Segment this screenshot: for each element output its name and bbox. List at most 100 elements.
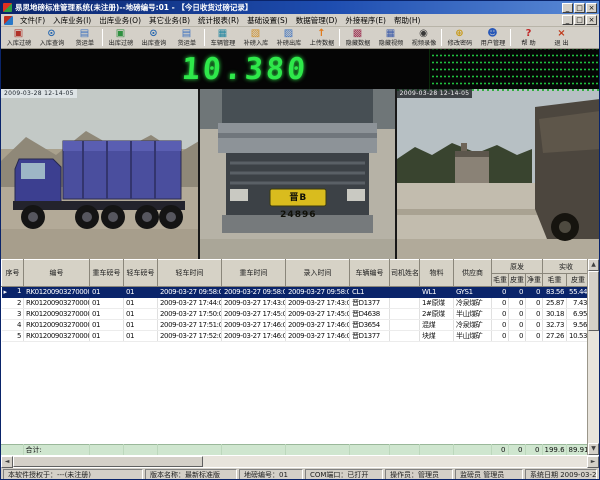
- col-编号[interactable]: 编号: [24, 260, 90, 287]
- hide-video-icon: ▦: [386, 28, 395, 39]
- col-group-实收[interactable]: 实收: [543, 260, 590, 274]
- scroll-up-icon[interactable]: ▲: [588, 259, 599, 271]
- toolbar-separator: [204, 29, 205, 46]
- vertical-scroll-thumb[interactable]: [588, 271, 599, 331]
- col-重车时间[interactable]: 重车时间: [222, 260, 286, 287]
- exit-button[interactable]: ×退 出: [545, 27, 578, 48]
- col-录入时间[interactable]: 录入时间: [286, 260, 350, 287]
- table-cell: 0: [492, 298, 509, 309]
- toolbar: ▣入库过磅⊙入库查询▤货运单▣出库过磅⊙出库查询▤货运单▦车辆管理▧补磅入库▨补…: [1, 27, 599, 49]
- col-轻车时间[interactable]: 轻车时间: [158, 260, 222, 287]
- menu-item-8[interactable]: 帮助(H): [390, 14, 425, 27]
- col-供应商[interactable]: 供应商: [454, 260, 492, 287]
- toolbar-button-label: 货运单: [75, 39, 94, 47]
- col-原发-皮重[interactable]: 皮重: [509, 274, 526, 287]
- col-物料[interactable]: 物料: [420, 260, 454, 287]
- table-row[interactable]: 2RK012009032700000201012009-03-27 17:44:…: [2, 298, 590, 309]
- toolbar-button-label: 车辆管理: [210, 39, 235, 47]
- waybill-in-button[interactable]: ▤货运单: [68, 27, 101, 48]
- table-cell: 32.73: [543, 320, 567, 331]
- table-cell: 01: [90, 287, 124, 298]
- hide-video-button[interactable]: ▦隐藏视频: [374, 27, 407, 48]
- table-cell: 2#原煤: [420, 309, 454, 320]
- camera-right-timestamp: 2009-03-28 12-14-05: [397, 89, 473, 98]
- table-row[interactable]: 3RK012009032700000301012009-03-27 17:50:…: [2, 309, 590, 320]
- help-button[interactable]: ?帮 助: [512, 27, 545, 48]
- minimize-button[interactable]: _: [562, 3, 573, 13]
- mdi-restore-button[interactable]: □: [574, 15, 585, 25]
- status-segment-2: 地磅编号：01: [239, 469, 303, 480]
- table-cell: 晋D1377: [350, 298, 390, 309]
- exit-icon: ×: [557, 28, 565, 39]
- waybill-out-button[interactable]: ▤货运单: [170, 27, 203, 48]
- change-password-button[interactable]: ⊕修改密码: [443, 27, 476, 48]
- search-in-button[interactable]: ⊙入库查询: [35, 27, 68, 48]
- weigh-in-button[interactable]: ▣入库过磅: [2, 27, 35, 48]
- vertical-scrollbar[interactable]: ▲ ▼: [587, 259, 599, 455]
- camera-left-scene: [1, 89, 198, 259]
- horizontal-scrollbar[interactable]: ◄ ►: [1, 455, 599, 467]
- mdi-minimize-button[interactable]: _: [562, 15, 573, 25]
- vehicle-manage-button[interactable]: ▦车辆管理: [206, 27, 239, 48]
- video-record-button[interactable]: ◉视频录像: [407, 27, 440, 48]
- col-group-原发[interactable]: 原发: [492, 260, 543, 274]
- horizontal-scroll-thumb[interactable]: [13, 456, 203, 467]
- col-车辆编号[interactable]: 车辆编号: [350, 260, 390, 287]
- camera-view-left: 2009-03-28 12-14-05: [1, 89, 198, 259]
- toolbar-button-label: 隐藏视频: [378, 39, 403, 47]
- menu-item-7[interactable]: 外接程序(E): [341, 14, 390, 27]
- status-segment-1: 版本名称：最新标准版: [145, 469, 237, 480]
- table-cell: RK0120090327000002: [24, 298, 90, 309]
- table-cell: 2009-03-27 17:43:00: [222, 298, 286, 309]
- user-manage-button[interactable]: ☻用户管理: [476, 27, 509, 48]
- weigh-out-button[interactable]: ▣出库过磅: [104, 27, 137, 48]
- col-实收-毛重[interactable]: 毛重: [543, 274, 567, 287]
- menu-item-2[interactable]: 出库业务(O): [95, 14, 145, 27]
- col-轻车磅号[interactable]: 轻车磅号: [124, 260, 158, 287]
- scroll-right-icon[interactable]: ►: [587, 456, 599, 468]
- table-row[interactable]: ▸1RK012009032700000101012009-03-27 09:58…: [2, 287, 590, 298]
- menu-item-6[interactable]: 数据管理(D): [292, 14, 342, 27]
- table-cell: 混煤: [420, 320, 454, 331]
- supplement-out-button[interactable]: ▨补磅出库: [272, 27, 305, 48]
- toolbar-button-label: 入库查询: [39, 39, 64, 47]
- col-原发-毛重[interactable]: 毛重: [492, 274, 509, 287]
- menu-items: 文件(F)入库业务(I)出库业务(O)其它业务(B)统计报表(R)基础设置(S)…: [16, 14, 424, 27]
- menu-item-3[interactable]: 其它业务(B): [145, 14, 194, 27]
- supplement-in-button[interactable]: ▧补磅入库: [239, 27, 272, 48]
- table-cell: RK0120090327000001: [24, 287, 90, 298]
- table-cell: 2009-03-27 09:58:00: [222, 287, 286, 298]
- col-司机姓名[interactable]: 司机姓名: [390, 260, 420, 287]
- close-button[interactable]: ×: [586, 3, 597, 13]
- table-row[interactable]: 5RK012009032700000501012009-03-27 17:52:…: [2, 331, 590, 342]
- vehicle-manage-icon: ▦: [218, 28, 227, 39]
- menu-item-0[interactable]: 文件(F): [16, 14, 49, 27]
- help-icon: ?: [526, 28, 532, 39]
- upload-data-button[interactable]: ↑上传数据: [305, 27, 338, 48]
- total-row: 合计: 0 0 0 199.6 89.91: [1, 444, 589, 455]
- table-cell: 0: [526, 287, 543, 298]
- app-icon: [3, 3, 12, 12]
- led-dot-matrix: [429, 49, 599, 89]
- camera-view-center: 晋B 24896 晋B 24896: [200, 89, 394, 259]
- menu-item-4[interactable]: 统计报表(R): [194, 14, 243, 27]
- table-cell: 2009-03-27 17:46:00: [222, 320, 286, 331]
- menu-item-1[interactable]: 入库业务(I): [49, 14, 95, 27]
- change-password-icon: ⊕: [455, 28, 463, 39]
- hide-data-button[interactable]: ▩隐藏数据: [341, 27, 374, 48]
- menu-item-5[interactable]: 基础设置(S): [243, 14, 292, 27]
- waybill-out-icon: ▤: [182, 28, 191, 39]
- search-out-button[interactable]: ⊙出库查询: [137, 27, 170, 48]
- col-序号[interactable]: 序号: [2, 260, 24, 287]
- scroll-down-icon[interactable]: ▼: [588, 443, 599, 455]
- table-header-row-main: 序号 编号 重车磅号 轻车磅号 轻车时间 重车时间 录入时间 车辆编号 司机姓名…: [2, 260, 590, 274]
- mdi-close-button[interactable]: ×: [586, 15, 597, 25]
- scroll-left-icon[interactable]: ◄: [1, 456, 13, 468]
- col-原发-净重[interactable]: 净重: [526, 274, 543, 287]
- col-重车磅号[interactable]: 重车磅号: [90, 260, 124, 287]
- table-row[interactable]: 4RK012009032700000401012009-03-27 17:51:…: [2, 320, 590, 331]
- status-segment-3: COM端口：已打开: [305, 469, 383, 480]
- restore-button[interactable]: □: [574, 3, 585, 13]
- toolbar-separator: [510, 29, 511, 46]
- toolbar-button-label: 补磅入库: [243, 39, 268, 47]
